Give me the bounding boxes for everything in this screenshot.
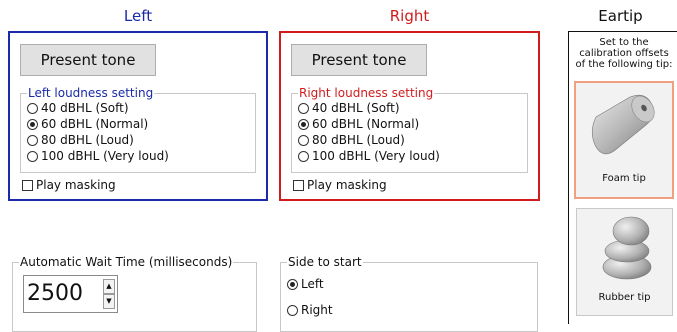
- radio-selected-icon: [287, 278, 298, 290]
- radio-icon: [298, 102, 309, 114]
- side-option-right[interactable]: Right: [287, 302, 333, 318]
- right-heading: Right: [389, 7, 430, 25]
- radio-icon: [298, 150, 309, 162]
- left-loudness-option[interactable]: 100 dBHL (Very loud): [27, 148, 169, 164]
- rubber-tip-icon: [602, 216, 652, 280]
- radio-icon: [27, 102, 38, 114]
- right-play-masking-checkbox[interactable]: Play masking: [293, 177, 387, 193]
- right-loudness-option[interactable]: 40 dBHL (Soft): [298, 100, 400, 116]
- foam-tip-label: Foam tip: [602, 173, 646, 184]
- wait-time-legend: Automatic Wait Time (milliseconds): [19, 255, 234, 269]
- foam-tip-icon: [591, 94, 655, 155]
- left-loudness-option[interactable]: 60 dBHL (Normal): [27, 116, 148, 132]
- eartip-heading: Eartip: [598, 7, 643, 25]
- left-present-tone-button[interactable]: Present tone: [20, 44, 156, 76]
- right-loudness-group: Right loudness setting 40 dBHL (Soft) 60…: [291, 86, 528, 173]
- spin-up-icon[interactable]: ▲: [103, 279, 115, 294]
- radio-selected-icon: [298, 118, 309, 130]
- wait-time-value[interactable]: 2500: [27, 280, 83, 308]
- radio-icon: [287, 304, 298, 316]
- radio-icon: [27, 150, 38, 162]
- eartip-panel: Set to the calibration offsets of the fo…: [568, 31, 677, 324]
- right-present-tone-button[interactable]: Present tone: [291, 44, 427, 76]
- wait-time-stepper[interactable]: 2500 ▲ ▼: [23, 275, 118, 313]
- right-loudness-legend: Right loudness setting: [298, 86, 435, 100]
- rubber-tip-label: Rubber tip: [598, 292, 651, 303]
- wait-time-group: Automatic Wait Time (milliseconds) 2500 …: [12, 255, 257, 332]
- left-play-masking-checkbox[interactable]: Play masking: [22, 177, 116, 193]
- right-panel: Present tone Right loudness setting 40 d…: [279, 31, 540, 201]
- left-loudness-option[interactable]: 80 dBHL (Loud): [27, 132, 134, 148]
- rubber-tip-button[interactable]: Rubber tip: [576, 208, 673, 316]
- right-loudness-option[interactable]: 60 dBHL (Normal): [298, 116, 419, 132]
- spin-down-icon[interactable]: ▼: [103, 294, 115, 309]
- right-loudness-option[interactable]: 80 dBHL (Loud): [298, 132, 405, 148]
- left-heading: Left: [123, 7, 153, 25]
- right-loudness-option[interactable]: 100 dBHL (Very loud): [298, 148, 440, 164]
- left-loudness-legend: Left loudness setting: [27, 86, 155, 100]
- left-panel: Present tone Left loudness setting 40 dB…: [8, 31, 268, 201]
- radio-selected-icon: [27, 118, 38, 130]
- foam-tip-button[interactable]: Foam tip: [574, 81, 674, 199]
- side-to-start-legend: Side to start: [287, 255, 363, 269]
- side-option-left[interactable]: Left: [287, 276, 324, 292]
- radio-icon: [27, 134, 38, 146]
- left-loudness-option[interactable]: 40 dBHL (Soft): [27, 100, 129, 116]
- left-loudness-group: Left loudness setting 40 dBHL (Soft) 60 …: [20, 86, 256, 173]
- eartip-caption: Set to the calibration offsets of the fo…: [575, 37, 673, 70]
- side-to-start-group: Side to start Left Right: [280, 255, 538, 332]
- checkbox-icon: [293, 179, 304, 191]
- radio-icon: [298, 134, 309, 146]
- checkbox-icon: [22, 179, 33, 191]
